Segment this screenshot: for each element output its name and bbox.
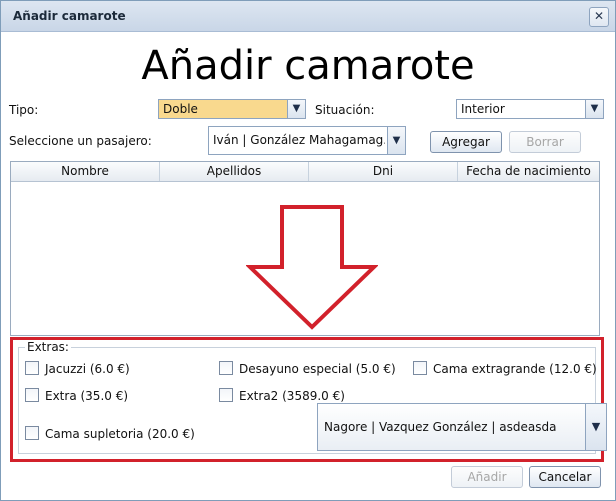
situacion-select-value: Interior (461, 102, 505, 116)
chevron-down-icon[interactable]: ▼ (585, 404, 606, 450)
extra-passenger-select[interactable]: Nagore | Vazquez González | asdeasda ▼ (317, 403, 607, 451)
chevron-down-icon[interactable]: ▼ (287, 100, 305, 118)
dialog-window: Añadir camarote ✕ Añadir camarote Tipo: … (0, 0, 616, 501)
extra-desayuno-checkbox[interactable]: Desayuno especial (5.0 €) (219, 361, 396, 376)
title-bar[interactable]: Añadir camarote ✕ (1, 1, 615, 32)
extra-jacuzzi-label: Jacuzzi (6.0 €) (45, 362, 130, 376)
column-fecha-nacimiento[interactable]: Fecha de nacimiento (458, 162, 599, 181)
down-arrow-annotation (246, 205, 378, 330)
agregar-button[interactable]: Agregar (430, 131, 502, 153)
dialog-content: Añadir camarote Tipo: Doble ▼ Situación:… (1, 32, 615, 500)
checkbox-icon[interactable] (219, 361, 233, 375)
close-icon[interactable]: ✕ (589, 7, 609, 27)
pasajero-select[interactable]: Iván | González Mahagamag... ▼ (208, 126, 406, 155)
tipo-label: Tipo: (9, 103, 39, 117)
extra-cama-extragrande-checkbox[interactable]: Cama extragrande (12.0 €) (413, 361, 597, 376)
checkbox-icon[interactable] (25, 426, 39, 440)
down-arrow-icon (246, 205, 378, 330)
extra-cama-extragrande-label: Cama extragrande (12.0 €) (433, 362, 597, 376)
extra-extra2-label: Extra2 (3589.0 €) (239, 389, 345, 403)
extra-desayuno-label: Desayuno especial (5.0 €) (239, 362, 396, 376)
pasajero-label: Seleccione un pasajero: (9, 134, 152, 148)
checkbox-icon[interactable] (25, 388, 39, 402)
anadir-button[interactable]: Añadir (451, 466, 523, 488)
checkbox-icon[interactable] (25, 361, 39, 375)
cancelar-button[interactable]: Cancelar (529, 466, 601, 488)
extras-highlight: Extras: Jacuzzi (6.0 €) Desayuno especia… (10, 337, 607, 462)
borrar-button[interactable]: Borrar (509, 131, 581, 153)
checkbox-icon[interactable] (413, 361, 427, 375)
column-apellidos[interactable]: Apellidos (160, 162, 309, 181)
table-header: Nombre Apellidos Dni Fecha de nacimiento (11, 162, 599, 182)
situacion-select[interactable]: Interior ▼ (456, 99, 604, 119)
tipo-select[interactable]: Doble ▼ (158, 99, 306, 119)
column-nombre[interactable]: Nombre (11, 162, 160, 181)
extra-extra2-checkbox[interactable]: Extra2 (3589.0 €) (219, 388, 345, 403)
extra-jacuzzi-checkbox[interactable]: Jacuzzi (6.0 €) (25, 361, 130, 376)
extra-passenger-value: Nagore | Vazquez González | asdeasda (324, 420, 557, 434)
extra-cama-supletoria-checkbox[interactable]: Cama supletoria (20.0 €) (25, 426, 195, 441)
column-dni[interactable]: Dni (309, 162, 458, 181)
tipo-select-value: Doble (163, 102, 198, 116)
chevron-down-icon[interactable]: ▼ (585, 100, 603, 118)
page-title: Añadir camarote (141, 43, 475, 89)
extra-extra-label: Extra (35.0 €) (45, 389, 129, 403)
extras-legend: Extras: (25, 340, 71, 354)
situacion-label: Situación: (315, 103, 375, 117)
checkbox-icon[interactable] (219, 388, 233, 402)
chevron-down-icon[interactable]: ▼ (387, 127, 405, 154)
extras-group: Extras: Jacuzzi (6.0 €) Desayuno especia… (18, 340, 607, 454)
extra-cama-supletoria-label: Cama supletoria (20.0 €) (45, 427, 195, 441)
window-title: Añadir camarote (13, 9, 126, 23)
extra-extra-checkbox[interactable]: Extra (35.0 €) (25, 388, 128, 403)
pasajero-select-value: Iván | González Mahagamag... (213, 133, 385, 147)
